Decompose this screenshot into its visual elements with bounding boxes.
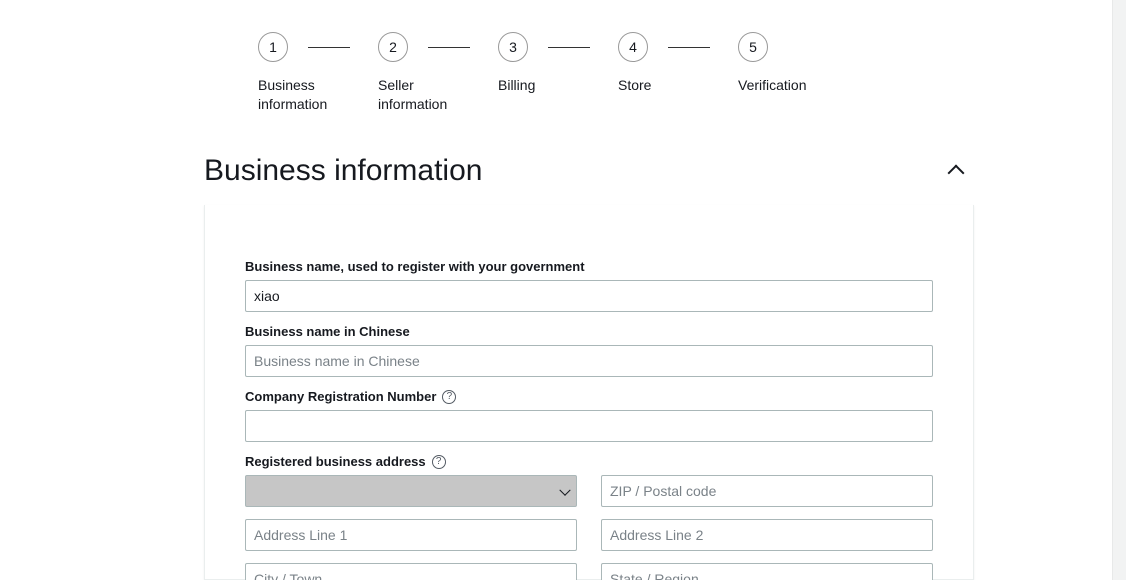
step-store: 4 Store [618,32,738,95]
country-select-wrap [245,475,577,507]
address-line1-input[interactable] [245,519,577,551]
business-info-form: Business name, used to register with you… [204,205,974,580]
zip-input[interactable] [601,475,933,507]
step-number: 5 [749,39,757,55]
business-name-label: Business name, used to register with you… [245,259,933,274]
step-verification: 5 Verification [738,32,806,95]
field-business-name: Business name, used to register with you… [245,259,933,312]
field-address: Registered business address ? [245,454,933,580]
step-business-information: 1 Business information [258,32,378,114]
business-name-cn-input[interactable] [245,345,933,377]
step-number-icon: 1 [258,32,288,62]
city-input[interactable] [245,563,577,580]
help-icon[interactable]: ? [432,455,446,469]
field-registration-number: Company Registration Number ? [245,389,933,442]
section-header: Business information [204,154,966,188]
step-label: Billing [498,76,535,95]
step-number-icon: 3 [498,32,528,62]
registration-number-label: Company Registration Number ? [245,389,933,404]
step-seller-information: 2 Seller information [378,32,498,114]
step-connector [428,47,470,48]
address-label: Registered business address ? [245,454,933,469]
step-number: 2 [389,39,397,55]
registration-number-label-text: Company Registration Number [245,389,436,404]
step-number: 1 [269,39,277,55]
state-input[interactable] [601,563,933,580]
step-label: Store [618,76,651,95]
step-number-icon: 5 [738,32,768,62]
step-connector [308,47,350,48]
registration-number-input[interactable] [245,410,933,442]
step-label: Seller information [378,76,447,114]
step-billing: 3 Billing [498,32,618,95]
address-label-text: Registered business address [245,454,426,469]
step-number: 4 [629,39,637,55]
chevron-up-icon[interactable] [948,162,966,180]
field-business-name-cn: Business name in Chinese [245,324,933,377]
step-label: Verification [738,76,806,95]
step-connector [668,47,710,48]
step-number-icon: 4 [618,32,648,62]
address-grid [245,475,933,580]
section-title: Business information [204,154,482,188]
help-icon[interactable]: ? [442,390,456,404]
country-select[interactable] [245,475,577,507]
progress-stepper: 1 Business information 2 Seller informat… [258,32,806,114]
step-number: 3 [509,39,517,55]
page-right-gutter [1112,0,1126,580]
step-label: Business information [258,76,327,114]
address-line2-input[interactable] [601,519,933,551]
business-name-input[interactable] [245,280,933,312]
step-number-icon: 2 [378,32,408,62]
business-name-cn-label: Business name in Chinese [245,324,933,339]
step-connector [548,47,590,48]
